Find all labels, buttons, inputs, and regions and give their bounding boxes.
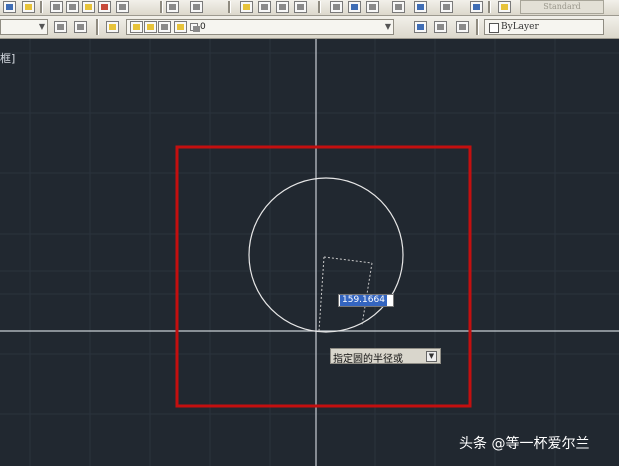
cut-icon[interactable]: [50, 1, 63, 13]
markup-icon[interactable]: [414, 1, 427, 13]
match-properties-icon[interactable]: [98, 1, 111, 13]
layer-manager-icon[interactable]: [74, 21, 87, 33]
lightbulb-icon: [130, 21, 143, 33]
quickcalc-icon[interactable]: [440, 1, 453, 13]
grid: [0, 39, 619, 466]
toolbar-separator: [96, 19, 99, 35]
chevron-down-icon: ▼: [384, 22, 391, 31]
redo-icon[interactable]: [190, 1, 203, 13]
text-style-dropdown[interactable]: Standard: [520, 0, 604, 14]
drawing-canvas[interactable]: [0, 39, 619, 466]
text-style-icon[interactable]: [498, 1, 511, 13]
radius-input[interactable]: 159.1664: [338, 294, 394, 307]
watermark: 头条 @等一杯爱尔兰: [459, 436, 590, 452]
zoom-realtime-icon[interactable]: [258, 1, 271, 13]
undo-icon[interactable]: [166, 1, 179, 13]
undo-arrow-icon[interactable]: [3, 1, 16, 13]
layer-properties-icon[interactable]: [106, 21, 119, 33]
toolbar-separator: [160, 1, 163, 13]
command-prompt-text: 指定圆的半径或: [333, 354, 403, 365]
command-prompt-tooltip[interactable]: 指定圆的半径或 ▼: [330, 348, 441, 365]
copy-icon[interactable]: [66, 1, 79, 13]
sun-freeze-icon: [144, 21, 157, 33]
sheet-set-icon[interactable]: [392, 1, 405, 13]
standard-toolbar: Standard: [0, 0, 619, 16]
block-editor-icon[interactable]: [116, 1, 129, 13]
highlight-box: [175, 145, 472, 408]
paste-icon[interactable]: [82, 1, 95, 13]
toolbar-separator: [476, 19, 479, 35]
workspace-dropdown[interactable]: ▼: [0, 19, 48, 35]
zoom-previous-icon[interactable]: [294, 1, 307, 13]
tool-palettes-icon[interactable]: [366, 1, 379, 13]
layer-states-icon[interactable]: [456, 21, 469, 33]
toolbar-separator: [228, 1, 231, 13]
viewport-freeze-icon: [158, 21, 171, 33]
layer-previous-icon[interactable]: [434, 21, 447, 33]
color-swatch: [489, 23, 499, 33]
layer-name: 0: [200, 22, 206, 32]
toolbar-separator: [318, 1, 321, 13]
radius-input-value: 159.1664: [340, 295, 387, 306]
layer-color-swatch: [190, 23, 200, 32]
make-object-layer-current-icon[interactable]: [414, 21, 427, 33]
workspace-settings-gear-icon[interactable]: [54, 21, 67, 33]
zoom-window-icon[interactable]: [276, 1, 289, 13]
design-center-icon[interactable]: [348, 1, 361, 13]
lock-icon: [174, 21, 187, 33]
pan-hand-icon[interactable]: [240, 1, 253, 13]
toolbar-separator: [40, 1, 43, 13]
color-dropdown-label: ByLayer: [501, 22, 539, 32]
help-icon[interactable]: [470, 1, 483, 13]
properties-icon[interactable]: [330, 1, 343, 13]
viewport-label: 框]: [0, 52, 16, 65]
toolbar-separator: [488, 1, 491, 13]
color-dropdown[interactable]: ByLayer: [484, 19, 604, 35]
circle-preview: [248, 177, 404, 333]
chevron-down-icon: ▼: [38, 22, 45, 31]
refresh-icon[interactable]: [22, 1, 35, 13]
options-arrow-icon[interactable]: ▼: [426, 351, 437, 362]
